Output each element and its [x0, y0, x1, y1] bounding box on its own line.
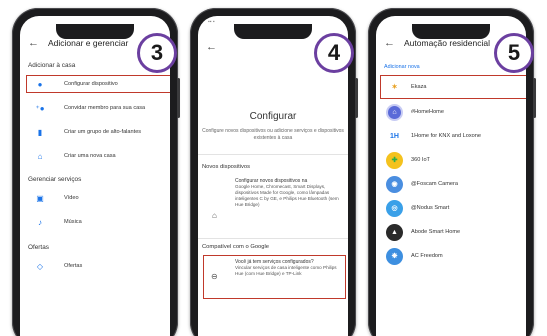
back-arrow-icon[interactable]: ← [28, 37, 42, 49]
nodus-logo-icon: ◎ [386, 199, 403, 217]
page-title: Automação residencial [404, 38, 490, 48]
home-icon: ⌂ [212, 211, 217, 220]
service-name: 360 IoT [411, 157, 430, 163]
foscam-logo-icon: ◉ [386, 175, 403, 193]
section-header-add: Adicionar à casa [28, 62, 76, 69]
service-name: @Nodus Smart [411, 205, 450, 211]
option-description: Google Home, Chromecast, Smart Displays,… [235, 184, 339, 207]
list-item-label: Convidar membro para sua casa [64, 105, 146, 111]
list-item-label: Ofertas [64, 263, 83, 269]
service-name: @Foscam Camera [411, 181, 459, 187]
phone-notch [234, 24, 312, 39]
tag-icon: ◇ [36, 261, 44, 271]
highlight-box [380, 75, 526, 99]
service-name: 1Home for KNX and Loxone [411, 133, 481, 139]
service-item-acfreedom[interactable]: ❋ AC Freedom [376, 244, 526, 268]
list-item-new-home[interactable]: ⌂ Criar uma nova casa [20, 144, 170, 168]
works-with-google-option[interactable]: Você já tem serviços configurados? Vincu… [235, 259, 340, 277]
divider [198, 154, 348, 155]
option-description: Vincular serviços de casa inteligente co… [235, 265, 337, 276]
back-arrow-icon[interactable]: ← [384, 37, 398, 49]
abode-logo-icon: ▲ [386, 223, 403, 241]
phone-notch [56, 24, 134, 39]
speaker-group-icon: ▮ [37, 127, 43, 137]
service-name: #HomeHome [411, 109, 444, 115]
page-subtitle: Configure novos dispositivos ou adicione… [202, 128, 344, 141]
list-item-music[interactable]: ♪ Música [20, 210, 170, 234]
section-header-new: Novos dispositivos [202, 164, 251, 170]
1home-logo-icon: 1H [390, 132, 399, 140]
service-item-360iot[interactable]: ✚ 360 IoT [376, 148, 526, 172]
list-item-invite-member[interactable]: ⁺● Convidar membro para sua casa [20, 96, 170, 120]
section-header-add-new: Adicionar nova [384, 64, 420, 70]
service-item-homehome[interactable]: ⌂ #HomeHome [376, 100, 526, 124]
list-item-label: Música [64, 219, 82, 225]
phone-notch [412, 24, 490, 39]
new-devices-option[interactable]: Configurar novos dispositivos na Google … [235, 178, 342, 208]
highlight-box [26, 75, 170, 93]
back-arrow-icon[interactable]: ← [206, 41, 220, 53]
360iot-logo-icon: ✚ [386, 151, 403, 169]
page-title: Configurar [249, 111, 297, 122]
step-badge-4: 4 [314, 33, 354, 73]
page-title: Adicionar e gerenciar [48, 38, 129, 48]
homehome-logo-icon: ⌂ [386, 103, 403, 121]
service-item-1home[interactable]: 1H 1Home for KNX and Loxone [376, 124, 526, 148]
divider [198, 238, 348, 239]
section-header-offers: Ofertas [28, 244, 49, 251]
tutorial-stage: ← Adicionar e gerenciar Adicionar à casa… [0, 0, 547, 336]
link-icon: ⊖ [211, 272, 218, 281]
list-item-label: Vídeo [64, 195, 79, 201]
list-item-offers[interactable]: ◇ Ofertas [20, 254, 170, 278]
step-badge-3: 3 [137, 33, 177, 73]
service-item-foscam[interactable]: ◉ @Foscam Camera [376, 172, 526, 196]
list-item-speaker-group[interactable]: ▮ Criar um grupo de alto-falantes [20, 120, 170, 144]
person-add-icon: ⁺● [35, 103, 45, 113]
service-name: Abode Smart Home [411, 229, 461, 235]
service-item-abode[interactable]: ▲ Abode Smart Home [376, 220, 526, 244]
acfreedom-logo-icon: ❋ [386, 247, 403, 265]
list-item-video[interactable]: ▣ Vídeo [20, 186, 170, 210]
service-name: AC Freedom [411, 253, 443, 259]
home-icon: ⌂ [37, 151, 43, 161]
section-header-services: Gerenciar serviços [28, 176, 82, 183]
list-item-label: Criar uma nova casa [64, 153, 116, 159]
section-header-works: Compatível com o Google [202, 244, 270, 250]
music-icon: ♪ [38, 217, 42, 227]
list-item-label: Criar um grupo de alto-falantes [64, 129, 142, 135]
service-item-nodus[interactable]: ◎ @Nodus Smart [376, 196, 526, 220]
step-badge-5: 5 [494, 33, 534, 73]
video-icon: ▣ [36, 193, 44, 203]
